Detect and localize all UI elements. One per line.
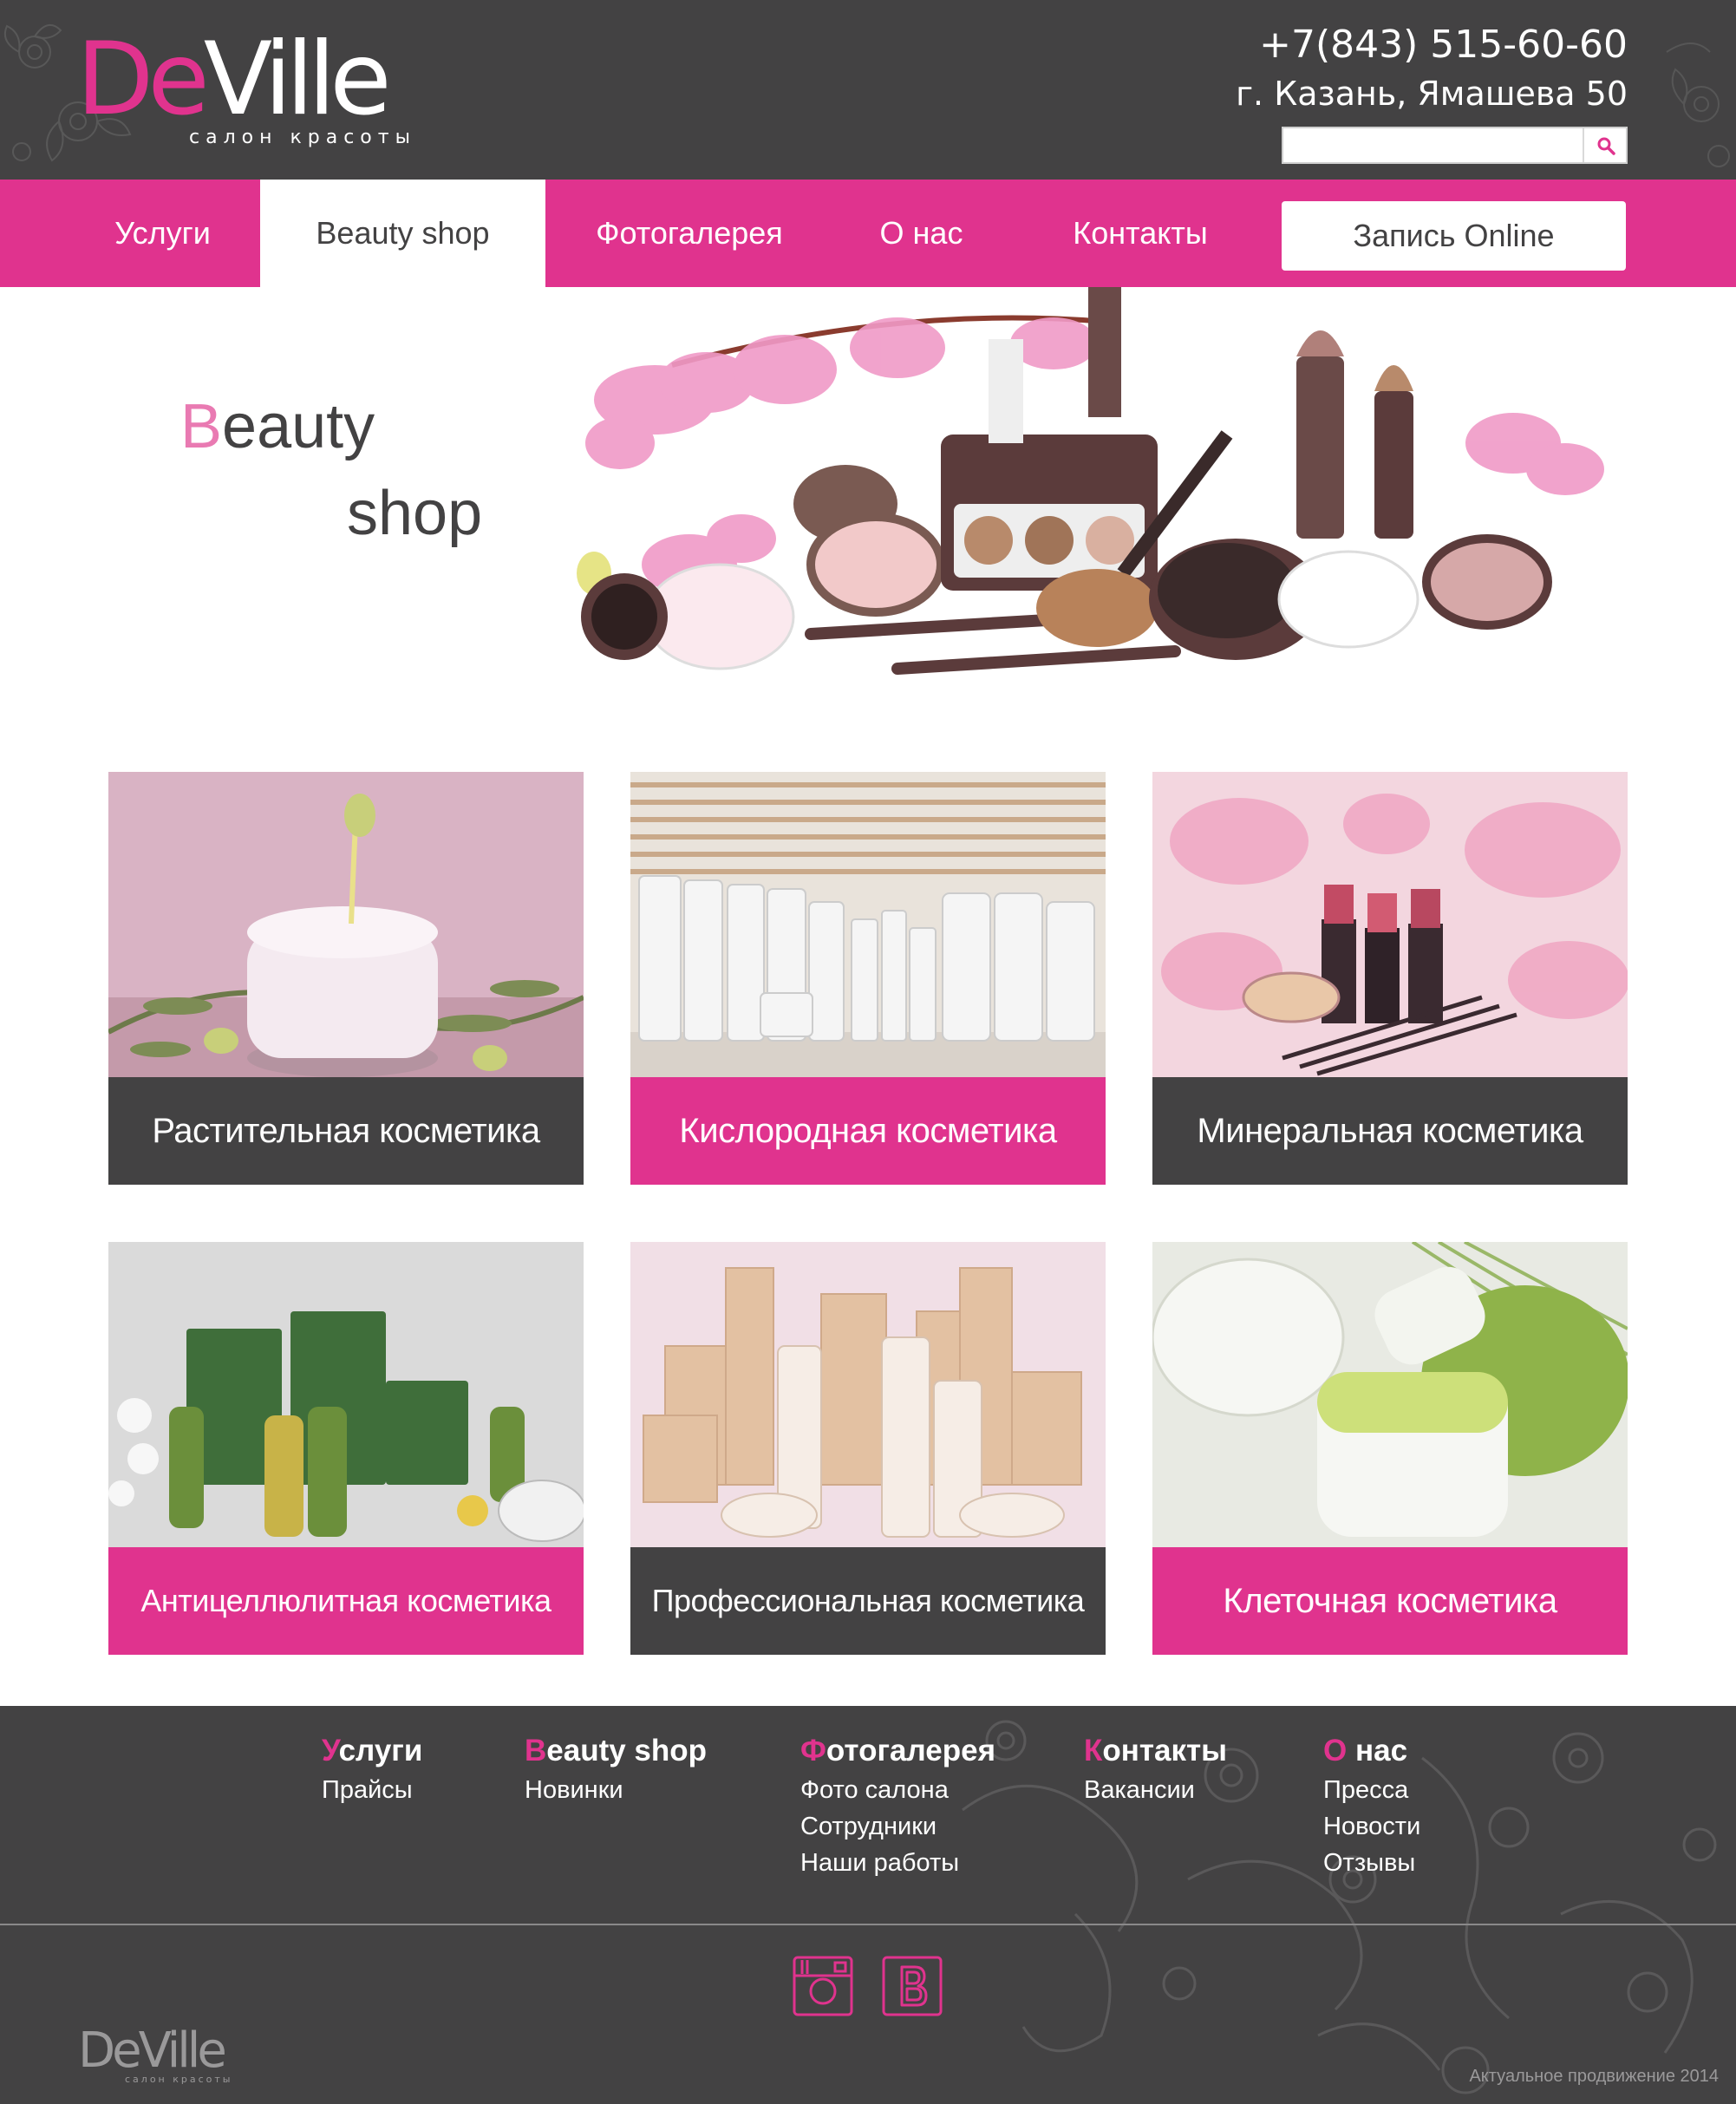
tile-caption: Антицеллюлитная косметика xyxy=(108,1547,584,1655)
category-tile-professional[interactable]: Профессиональная косметика xyxy=(630,1242,1106,1655)
tile-caption: Кислородная косметика xyxy=(630,1077,1106,1185)
floral-ornament xyxy=(962,1720,1717,2094)
footer-logo-part-ville: Ville xyxy=(138,2022,227,2079)
tile-caption: Клеточная косметика xyxy=(1152,1547,1628,1655)
search-box xyxy=(1282,127,1628,164)
category-tile-herbal[interactable]: Растительная косметика xyxy=(108,772,584,1185)
nav-item-about[interactable]: О нас xyxy=(854,180,989,287)
tile-caption: Минеральная косметика xyxy=(1152,1077,1628,1185)
nav-item-services[interactable]: Услуги xyxy=(82,180,243,287)
anticellulite-cosmetics-image xyxy=(108,1242,584,1547)
hero-title-line2: shop xyxy=(347,479,483,548)
main-nav: Услуги Beauty shop Фотогалерея О нас Кон… xyxy=(0,180,1736,287)
tile-caption: Растительная косметика xyxy=(108,1077,584,1185)
footer-link[interactable]: Отзывы xyxy=(1323,1845,1420,1881)
footer-column-about: О нас Пресса Новости Отзывы xyxy=(1323,1734,1420,1881)
footer-link[interactable]: Пресса xyxy=(1323,1772,1420,1808)
logo-part-ville: Ville xyxy=(203,21,392,138)
category-tile-anticellulite[interactable]: Антицеллюлитная косметика xyxy=(108,1242,584,1655)
footer-heading[interactable]: Услуги xyxy=(322,1734,422,1768)
floral-ornament xyxy=(1666,42,1730,167)
footer-link[interactable]: Новости xyxy=(1323,1808,1420,1845)
footer-heading[interactable]: О нас xyxy=(1323,1734,1420,1768)
site-footer: Услуги Прайсы Beauty shop Новинки Фотога… xyxy=(0,1706,1736,2104)
footer-column-services: Услуги Прайсы xyxy=(322,1734,422,1808)
nav-item-gallery[interactable]: Фотогалерея xyxy=(572,180,806,287)
footer-heading[interactable]: Контакты xyxy=(1084,1734,1227,1768)
hero-title-rest: eauty xyxy=(222,392,375,461)
footer-logo[interactable]: DeVille салон красоты xyxy=(78,2027,234,2088)
nav-item-contacts[interactable]: Контакты xyxy=(1054,180,1227,287)
book-online-button[interactable]: Запись Online xyxy=(1282,201,1626,271)
heading-rest: отогалерея xyxy=(826,1734,995,1767)
oxygen-cosmetics-image xyxy=(630,772,1106,1077)
heading-rest: нас xyxy=(1347,1734,1408,1767)
footer-column-beauty-shop: Beauty shop Новинки xyxy=(525,1734,707,1808)
footer-link[interactable]: Вакансии xyxy=(1084,1772,1227,1808)
nav-item-beauty-shop[interactable]: Beauty shop xyxy=(260,180,545,287)
search-button[interactable] xyxy=(1583,128,1626,162)
category-tile-oxygen[interactable]: Кислородная косметика xyxy=(630,772,1106,1185)
footer-heading[interactable]: Фотогалерея xyxy=(800,1734,995,1768)
category-tile-mineral[interactable]: Минеральная косметика xyxy=(1152,772,1628,1185)
heading-first-letter: Ф xyxy=(800,1734,826,1767)
professional-cosmetics-image xyxy=(630,1242,1106,1547)
footer-heading[interactable]: Beauty shop xyxy=(525,1734,707,1768)
footer-link[interactable]: Сотрудники xyxy=(800,1808,995,1845)
footer-column-gallery: Фотогалерея Фото салона Сотрудники Наши … xyxy=(800,1734,995,1881)
category-tile-cellular[interactable]: Клеточная косметика xyxy=(1152,1242,1628,1655)
footer-link[interactable]: Наши работы xyxy=(800,1845,995,1881)
brand-logo[interactable]: DeVille салон красоты xyxy=(76,29,441,151)
search-input[interactable] xyxy=(1283,128,1583,162)
footer-link[interactable]: Новинки xyxy=(525,1772,707,1808)
footer-link[interactable]: Прайсы xyxy=(322,1772,422,1808)
instagram-icon[interactable] xyxy=(792,1955,854,2017)
site-header: DeVille салон красоты +7(843) 515-60-60 … xyxy=(0,0,1736,180)
cosmetics-hero-image xyxy=(577,287,1604,675)
footer-column-contacts: Контакты Вакансии xyxy=(1084,1734,1227,1808)
vkontakte-icon[interactable] xyxy=(881,1955,943,2017)
heading-first-letter: К xyxy=(1084,1734,1103,1767)
hero-title-first-letter: B xyxy=(180,392,223,461)
heading-first-letter: B xyxy=(525,1734,547,1767)
logo-subtitle: салон красоты xyxy=(189,127,416,148)
footer-logo-part-de: De xyxy=(78,2022,142,2079)
cellular-cosmetics-image xyxy=(1152,1242,1628,1547)
tile-caption: Профессиональная косметика xyxy=(630,1547,1106,1655)
copyright-text: Актуальное продвижение 2014 xyxy=(1469,2067,1719,2086)
logo-part-de: De xyxy=(76,21,210,138)
mineral-cosmetics-image xyxy=(1152,772,1628,1077)
search-icon xyxy=(1597,137,1615,155)
heading-first-letter: О xyxy=(1323,1734,1348,1767)
footer-divider xyxy=(0,1924,1736,1925)
heading-rest: eauty shop xyxy=(546,1734,708,1767)
footer-logo-subtitle: салон красоты xyxy=(125,2074,233,2085)
footer-link[interactable]: Фото салона xyxy=(800,1772,995,1808)
heading-rest: онтакты xyxy=(1102,1734,1228,1767)
heading-first-letter: У xyxy=(322,1734,339,1767)
herbal-cosmetics-image xyxy=(108,772,584,1077)
heading-rest: слуги xyxy=(338,1734,423,1767)
phone-number[interactable]: +7(843) 515-60-60 xyxy=(1259,23,1628,67)
hero-title-line1: Beauty xyxy=(180,391,375,462)
hero-banner: Beauty shop xyxy=(0,287,1736,738)
address: г. Казань, Ямашева 50 xyxy=(1236,75,1628,113)
